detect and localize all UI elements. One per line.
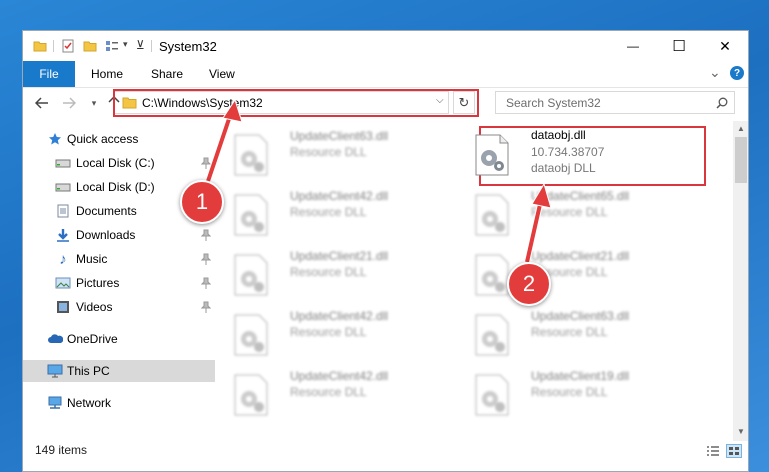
step-marker-2: 2 — [507, 262, 551, 306]
step-marker-1: 1 — [180, 180, 224, 224]
annotation-arrows — [200, 98, 552, 263]
